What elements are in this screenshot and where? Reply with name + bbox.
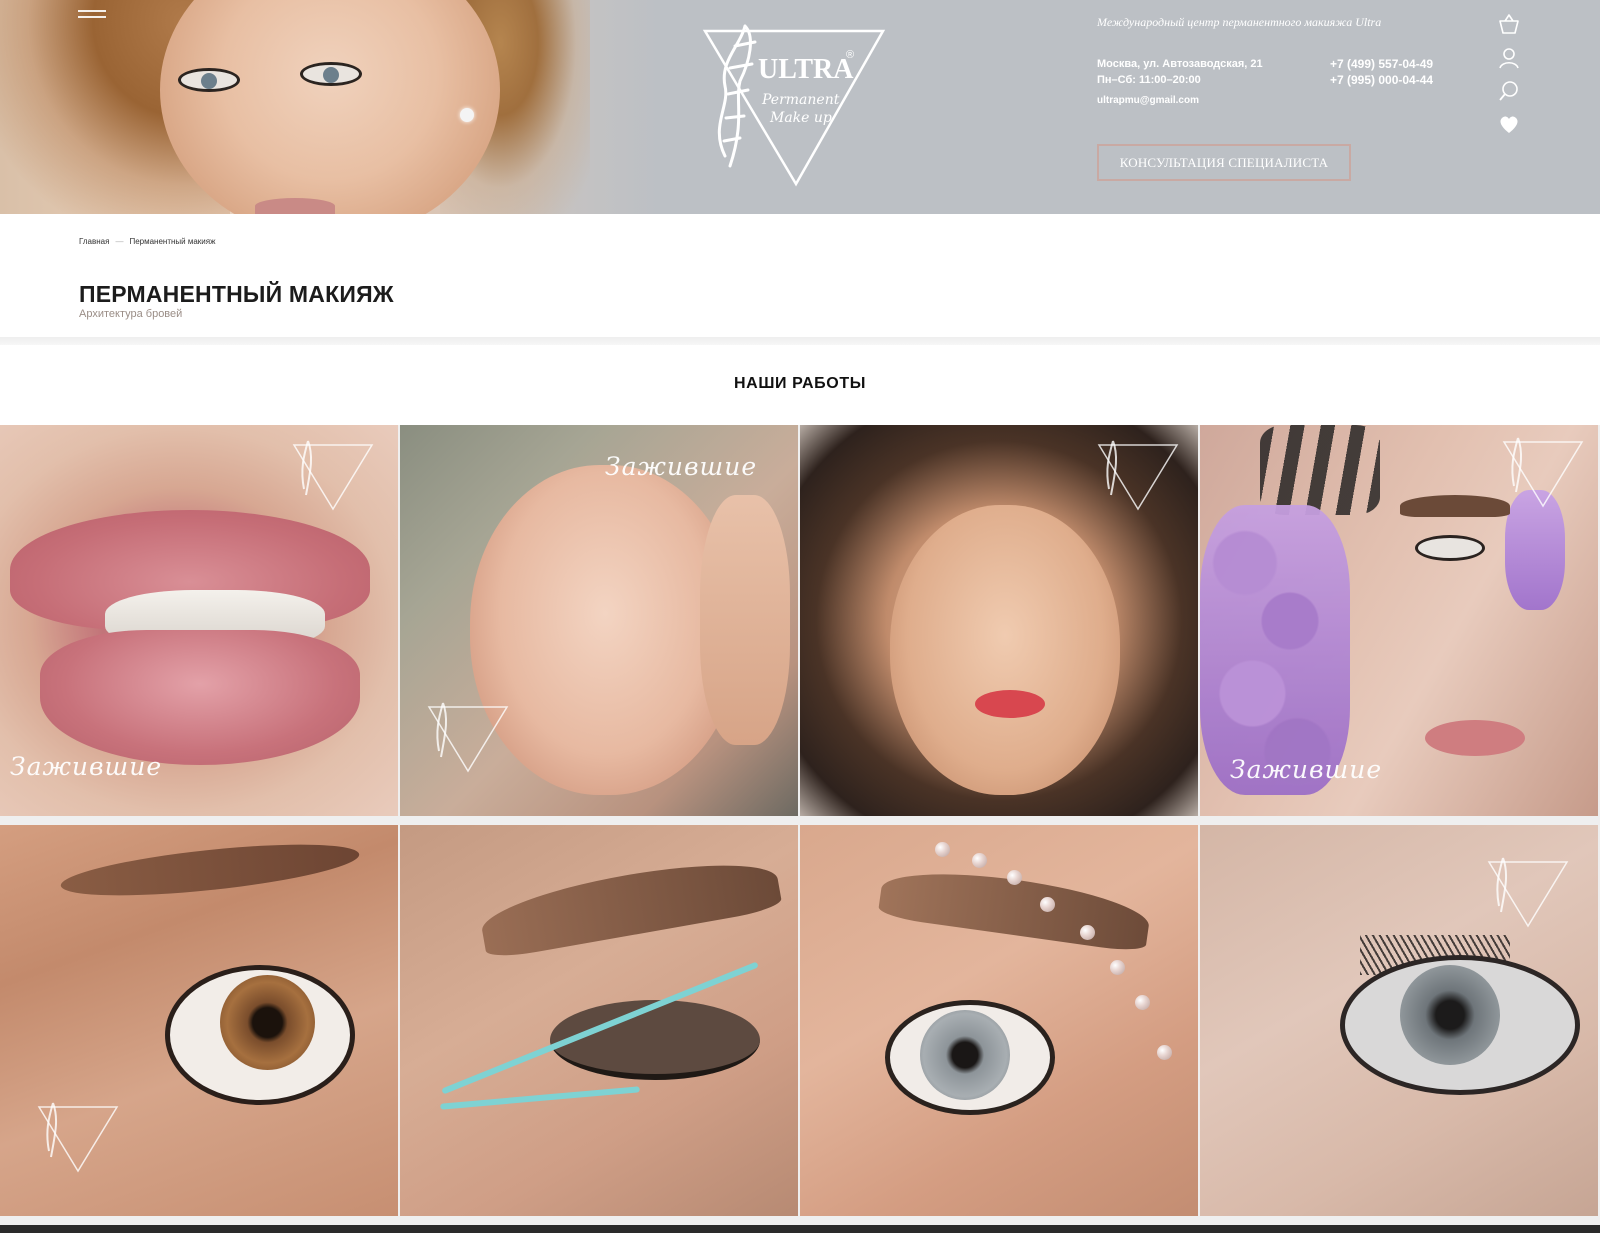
works-section-title: НАШИ РАБОТЫ	[734, 375, 866, 392]
site-header: ULTRA ® Permanent Make up Международный …	[0, 0, 1600, 214]
header-tagline: Международный центр перманентного макияж…	[1097, 15, 1382, 29]
healed-label: Зажившие	[1230, 755, 1383, 784]
gallery-item-grey-eye[interactable]	[1200, 825, 1598, 1216]
watermark-logo-icon	[1487, 857, 1569, 928]
footer-edge	[0, 1225, 1600, 1233]
healed-label: Зажившие	[10, 752, 163, 781]
header-email-link[interactable]: ultrapmu@gmail.com	[1097, 95, 1199, 106]
phone-link-1[interactable]: +7 (499) 557-04-49	[1330, 56, 1433, 72]
address-street: Москва, ул. Автозаводская, 21	[1097, 58, 1263, 70]
page-subtitle: Архитектура бровей	[79, 308, 183, 320]
hero-photo	[0, 0, 660, 214]
site-logo[interactable]: ULTRA ® Permanent Make up	[700, 6, 900, 190]
working-hours: Пн–Сб: 11:00–20:00	[1097, 74, 1201, 86]
breadcrumb: Главная — Перманентный макияж	[79, 237, 215, 246]
user-icon[interactable]	[1496, 45, 1522, 71]
gallery-item-pearls-brow[interactable]	[800, 825, 1198, 1216]
svg-text:Permanent: Permanent	[761, 92, 840, 108]
breadcrumb-current: Перманентный макияж	[129, 237, 216, 246]
watermark-logo-icon	[427, 702, 509, 773]
section-divider	[0, 337, 1600, 345]
gallery-item-lips[interactable]: Зажившие	[0, 425, 398, 816]
watermark-logo-icon	[1097, 440, 1179, 511]
svg-text:ULTRA: ULTRA	[758, 54, 854, 85]
breadcrumb-home-link[interactable]: Главная	[79, 237, 109, 246]
hamburger-menu-icon[interactable]	[78, 10, 106, 22]
watermark-logo-icon	[37, 1102, 119, 1173]
search-icon[interactable]	[1496, 78, 1522, 104]
gallery-item-flowers-portrait[interactable]: Зажившие	[1200, 425, 1598, 816]
phone-link-2[interactable]: +7 (995) 000-04-44	[1330, 72, 1433, 88]
gallery-item-turquoise-liner[interactable]	[400, 825, 798, 1216]
gallery-item-brown-eye[interactable]	[0, 825, 398, 1216]
healed-label: Зажившие	[605, 452, 758, 481]
header-address: Москва, ул. Автозаводская, 21 Пн–Сб: 11:…	[1097, 56, 1263, 88]
heart-icon[interactable]	[1496, 111, 1522, 137]
consultation-button[interactable]: КОНСУЛЬТАЦИЯ СПЕЦИАЛИСТА	[1097, 144, 1351, 181]
watermark-logo-icon	[292, 440, 374, 511]
header-phones: +7 (499) 557-04-49 +7 (995) 000-04-44	[1330, 56, 1433, 88]
svg-text:®: ®	[846, 49, 854, 61]
svg-text:Make up: Make up	[769, 110, 832, 126]
gallery-item-lips-portrait[interactable]	[800, 425, 1198, 816]
header-icon-column	[1496, 12, 1526, 144]
works-gallery: Зажившие Зажившие Зажившие	[0, 425, 1600, 1225]
gallery-item-brows-face[interactable]: Зажившие	[400, 425, 798, 816]
page-title: ПЕРМАНЕНТНЫЙ МАКИЯЖ	[79, 281, 394, 307]
breadcrumb-separator: —	[115, 237, 124, 246]
cart-icon[interactable]	[1496, 12, 1522, 38]
watermark-logo-icon	[1502, 437, 1584, 508]
